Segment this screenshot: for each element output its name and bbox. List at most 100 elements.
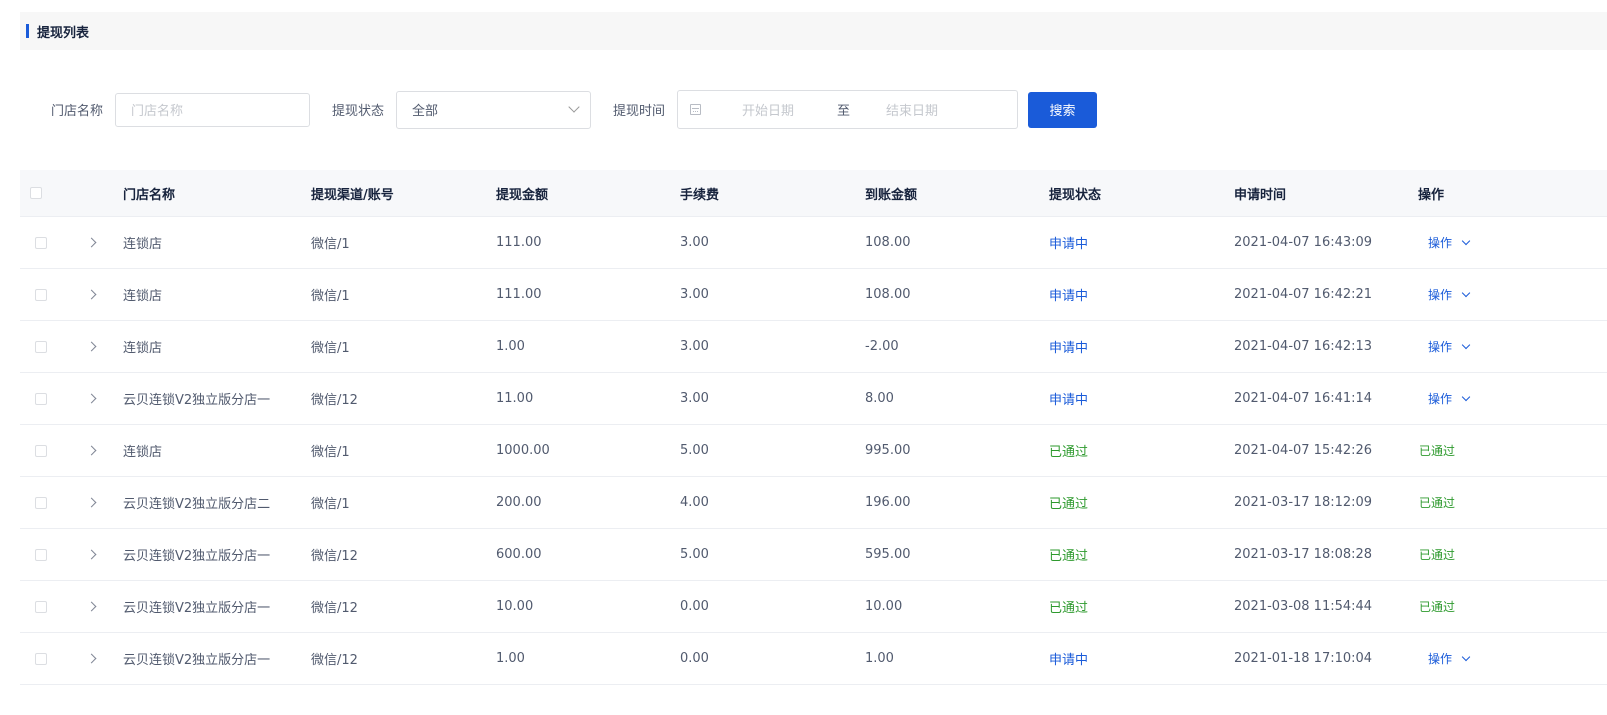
cell-store: 连锁店 <box>123 237 163 252</box>
store-name-input[interactable]: 门店名称 <box>115 92 311 127</box>
cell-action: 操作 <box>1428 633 1471 684</box>
chevron-down-icon <box>1461 236 1471 246</box>
cell-amount: 200.00 <box>496 495 542 510</box>
cell-status: 已通过 <box>1049 445 1089 460</box>
chevron-right-icon[interactable] <box>86 445 97 456</box>
action-status-text: 已通过 <box>1419 496 1456 510</box>
row-expand-cell <box>86 269 97 320</box>
table-row: 云贝连锁V2独立版分店二 微信/1 200.00 4.00 196.00 已通过 2021-… <box>20 477 1607 529</box>
cell-status: 申请中 <box>1049 237 1089 252</box>
cell-channel: 微信/12 <box>311 601 358 616</box>
action-dropdown[interactable]: 操作 <box>1428 234 1471 251</box>
row-select-cell <box>35 633 47 684</box>
cell-amount: 111.00 <box>496 287 542 302</box>
section-title: 提现列表 <box>37 25 90 41</box>
cell-channel: 微信/1 <box>311 237 350 252</box>
row-expand-cell <box>86 581 97 632</box>
row-checkbox[interactable] <box>35 288 47 301</box>
row-checkbox[interactable] <box>35 444 47 457</box>
chevron-right-icon[interactable] <box>86 549 97 560</box>
row-checkbox[interactable] <box>35 548 47 561</box>
cell-store: 连锁店 <box>123 341 163 356</box>
action-dropdown[interactable]: 操作 <box>1428 338 1471 355</box>
section-header: 提现列表 <box>20 12 1607 50</box>
select-all-checkbox[interactable] <box>30 187 42 199</box>
chevron-right-icon[interactable] <box>86 653 97 664</box>
cell-action: 已通过 <box>1419 529 1455 580</box>
cell-amount: 111.00 <box>496 235 542 250</box>
table-row: 连锁店 微信/1 111.00 3.00 108.00 申请中 2021-04-07 16:… <box>20 269 1607 321</box>
withdrawal-table: 门店名称 提现渠道/账号 提现金额 手续费 到账金额 提现状态 申请时间 操作 … <box>20 170 1607 685</box>
cell-action: 操作 <box>1428 269 1471 320</box>
header-time: 申请时间 <box>1234 187 1287 203</box>
chevron-right-icon[interactable] <box>86 341 97 352</box>
cell-action: 操作 <box>1428 217 1471 268</box>
row-checkbox[interactable] <box>35 392 47 405</box>
time-filter-label: 提现时间 <box>613 104 666 119</box>
cell-time: 2021-03-08 11:54:44 <box>1234 599 1373 614</box>
cell-amount: 1.00 <box>496 651 525 666</box>
cell-channel: 微信/1 <box>311 341 350 356</box>
cell-channel: 微信/12 <box>311 393 358 408</box>
row-select-cell <box>35 425 47 476</box>
date-range-picker[interactable]: 开始日期 至 结束日期 <box>677 90 1019 129</box>
chevron-right-icon[interactable] <box>86 497 97 508</box>
cell-time: 2021-03-17 18:12:09 <box>1234 495 1373 510</box>
cell-received: 8.00 <box>865 391 894 406</box>
chevron-right-icon[interactable] <box>86 393 97 404</box>
row-checkbox[interactable] <box>35 236 47 249</box>
chevron-right-icon[interactable] <box>86 237 97 248</box>
row-expand-cell <box>86 477 97 528</box>
cell-amount: 10.00 <box>496 599 534 614</box>
table-row: 云贝连锁V2独立版分店一 微信/12 11.00 3.00 8.00 申请中 2021-04… <box>20 373 1607 425</box>
header-amount: 提现金额 <box>496 187 549 203</box>
cell-channel: 微信/12 <box>311 549 358 564</box>
cell-store: 云贝连锁V2独立版分店二 <box>123 497 271 512</box>
cell-amount: 11.00 <box>496 391 534 406</box>
status-select[interactable]: 全部 <box>396 90 592 129</box>
cell-action: 操作 <box>1428 321 1471 372</box>
cell-channel: 微信/1 <box>311 497 350 512</box>
row-expand-cell <box>86 321 97 372</box>
cell-store: 连锁店 <box>123 289 163 304</box>
chevron-down-icon <box>568 100 580 113</box>
row-expand-cell <box>86 633 97 684</box>
filter-bar: 门店名称 门店名称 提现状态 全部 提现时间 开始日期 至 结束日期 搜索 <box>20 90 1098 129</box>
end-date-placeholder: 结束日期 <box>886 104 939 119</box>
cell-amount: 600.00 <box>496 547 542 562</box>
table-row: 云贝连锁V2独立版分店一 微信/12 600.00 5.00 595.00 已通过 2021… <box>20 529 1607 581</box>
search-button[interactable]: 搜索 <box>1028 91 1098 128</box>
cell-amount: 1000.00 <box>496 443 550 458</box>
cell-fee: 4.00 <box>680 495 709 510</box>
cell-received: 108.00 <box>865 287 911 302</box>
cell-received: 10.00 <box>865 599 903 614</box>
row-checkbox[interactable] <box>35 652 47 665</box>
table-row: 云贝连锁V2独立版分店一 微信/12 1.00 0.00 1.00 申请中 2021-01-… <box>20 633 1607 685</box>
chevron-right-icon[interactable] <box>86 289 97 300</box>
action-dropdown[interactable]: 操作 <box>1428 286 1471 303</box>
cell-received: -2.00 <box>865 339 899 354</box>
cell-status: 已通过 <box>1049 549 1089 564</box>
cell-time: 2021-03-17 18:08:28 <box>1234 547 1373 562</box>
table-row: 连锁店 微信/1 111.00 3.00 108.00 申请中 2021-04-07 16:… <box>20 217 1607 269</box>
cell-store: 连锁店 <box>123 445 163 460</box>
chevron-right-icon[interactable] <box>86 601 97 612</box>
cell-channel: 微信/1 <box>311 445 350 460</box>
store-filter-label: 门店名称 <box>51 104 104 119</box>
section-accent-bar <box>26 24 29 38</box>
row-checkbox[interactable] <box>35 340 47 353</box>
cell-fee: 5.00 <box>680 443 709 458</box>
cell-time: 2021-04-07 16:42:21 <box>1234 287 1373 302</box>
action-dropdown[interactable]: 操作 <box>1428 390 1471 407</box>
cell-fee: 0.00 <box>680 599 709 614</box>
page: 提现列表 门店名称 门店名称 提现状态 全部 提现时间 开始日期 至 结束日期 … <box>0 0 1607 715</box>
row-checkbox[interactable] <box>35 600 47 613</box>
store-name-placeholder: 门店名称 <box>131 104 184 119</box>
row-checkbox[interactable] <box>35 496 47 509</box>
row-expand-cell <box>86 529 97 580</box>
action-dropdown[interactable]: 操作 <box>1428 650 1471 667</box>
cell-time: 2021-01-18 17:10:04 <box>1234 651 1373 666</box>
header-received: 到账金额 <box>865 187 918 203</box>
cell-channel: 微信/1 <box>311 289 350 304</box>
cell-store: 云贝连锁V2独立版分店一 <box>123 653 271 668</box>
